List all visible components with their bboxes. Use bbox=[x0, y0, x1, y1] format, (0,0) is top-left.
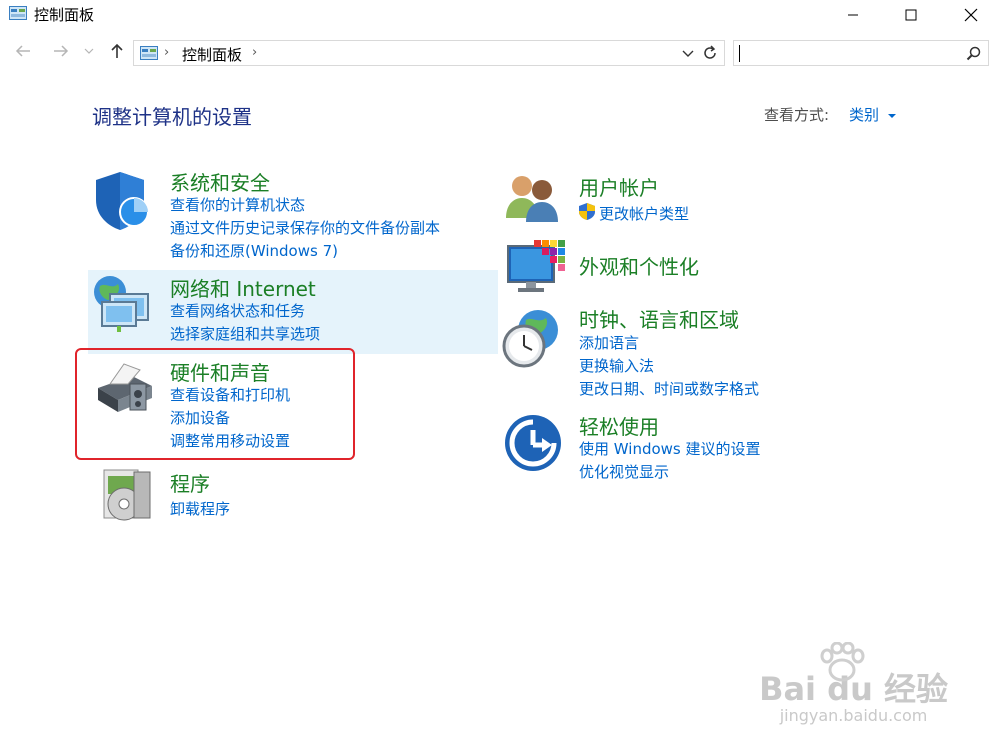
paw-logo-icon bbox=[820, 642, 865, 682]
title-bar: 控制面板 bbox=[0, 0, 1000, 30]
highlight-box bbox=[75, 348, 355, 460]
window-title: 控制面板 bbox=[34, 6, 95, 24]
forward-button[interactable] bbox=[48, 38, 74, 64]
link-change-date-time-format[interactable]: 更改日期、时间或数字格式 bbox=[579, 378, 759, 399]
category-network-internet[interactable]: 网络和 Internet bbox=[170, 273, 316, 302]
arrow-left-icon bbox=[15, 45, 30, 57]
watermark: Bai du 经验 jingyan.baidu.com bbox=[759, 642, 948, 726]
link-change-input-method[interactable]: 更换输入法 bbox=[579, 355, 654, 376]
page-heading: 调整计算机的设置 bbox=[92, 105, 252, 129]
search-input[interactable] bbox=[738, 43, 962, 65]
breadcrumb-separator-icon[interactable]: › bbox=[164, 45, 169, 60]
maximize-icon bbox=[905, 9, 917, 21]
refresh-icon[interactable] bbox=[702, 45, 718, 61]
category-clock-language-region[interactable]: 时钟、语言和区域 bbox=[579, 304, 739, 333]
search-icon[interactable] bbox=[966, 46, 981, 61]
close-icon bbox=[964, 8, 978, 22]
close-button[interactable] bbox=[948, 0, 994, 30]
arrow-right-icon bbox=[54, 45, 69, 57]
view-by-label: 查看方式: bbox=[764, 106, 830, 124]
chevron-down-icon bbox=[84, 48, 94, 54]
appearance-icon bbox=[507, 240, 565, 292]
breadcrumb-control-panel[interactable]: 控制面板 bbox=[182, 44, 242, 65]
link-recommended-settings[interactable]: 使用 Windows 建议的设置 bbox=[579, 438, 761, 459]
link-file-history[interactable]: 通过文件历史记录保存你的文件备份副本 bbox=[170, 217, 440, 238]
network-icon bbox=[94, 276, 149, 332]
breadcrumb-separator-icon[interactable]: › bbox=[252, 45, 257, 60]
shield-icon bbox=[96, 172, 149, 230]
user-accounts-icon bbox=[506, 176, 558, 222]
category-appearance-personalization[interactable]: 外观和个性化 bbox=[579, 251, 699, 280]
dropdown-arrow-icon bbox=[887, 113, 896, 118]
view-by-value: 类别 bbox=[849, 106, 880, 124]
clock-globe-icon bbox=[502, 310, 558, 368]
address-bar[interactable]: › 控制面板 › bbox=[133, 40, 725, 66]
minimize-button[interactable] bbox=[830, 0, 876, 30]
link-add-language[interactable]: 添加语言 bbox=[579, 332, 639, 353]
watermark-url: jingyan.baidu.com bbox=[779, 706, 928, 725]
view-by-dropdown[interactable]: 类别 bbox=[849, 104, 896, 125]
link-network-status[interactable]: 查看网络状态和任务 bbox=[170, 300, 305, 321]
link-change-account-type[interactable]: 更改帐户类型 bbox=[599, 203, 689, 224]
category-user-accounts[interactable]: 用户帐户 bbox=[579, 172, 659, 201]
programs-icon bbox=[103, 469, 151, 521]
category-ease-of-access[interactable]: 轻松使用 bbox=[579, 411, 659, 440]
minimize-icon bbox=[848, 14, 858, 16]
maximize-button[interactable] bbox=[888, 0, 934, 30]
ease-of-access-icon bbox=[505, 415, 561, 471]
back-button[interactable] bbox=[10, 38, 36, 64]
category-programs[interactable]: 程序 bbox=[170, 468, 210, 497]
recent-locations-button[interactable] bbox=[80, 38, 98, 64]
text-cursor bbox=[739, 45, 740, 62]
control-panel-icon bbox=[140, 46, 158, 60]
control-panel-icon bbox=[9, 6, 27, 20]
link-backup-restore[interactable]: 备份和还原(Windows 7) bbox=[170, 240, 338, 261]
search-box[interactable] bbox=[733, 40, 989, 66]
up-button[interactable] bbox=[104, 38, 130, 64]
link-homegroup-sharing[interactable]: 选择家庭组和共享选项 bbox=[170, 323, 320, 344]
category-system-security[interactable]: 系统和安全 bbox=[170, 167, 270, 196]
arrow-up-icon bbox=[111, 43, 123, 58]
link-view-computer-status[interactable]: 查看你的计算机状态 bbox=[170, 194, 305, 215]
link-optimize-visual-display[interactable]: 优化视觉显示 bbox=[579, 461, 669, 482]
link-uninstall-program[interactable]: 卸载程序 bbox=[170, 498, 230, 519]
address-dropdown-icon[interactable] bbox=[682, 49, 694, 58]
uac-shield-icon bbox=[579, 203, 595, 220]
